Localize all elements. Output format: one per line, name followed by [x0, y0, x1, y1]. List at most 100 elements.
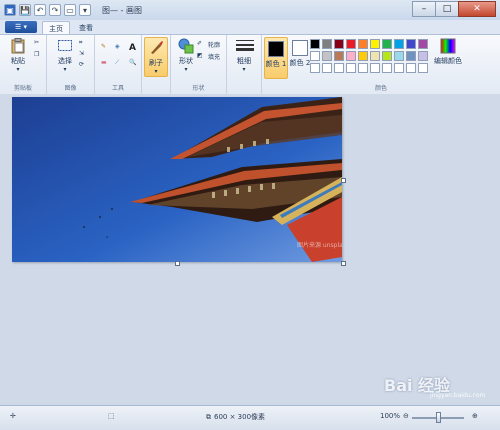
- brush-icon: [148, 40, 164, 56]
- tab-view[interactable]: 查看: [73, 21, 99, 34]
- paint-app-icon[interactable]: ▣: [4, 4, 16, 16]
- image-size-icon: ⧉: [206, 412, 211, 421]
- palette-swatch[interactable]: [418, 63, 428, 73]
- minimize-button[interactable]: –: [412, 1, 436, 17]
- image-label: 图像: [64, 85, 77, 92]
- palette-swatch[interactable]: [406, 51, 416, 61]
- redo-icon[interactable]: ↷: [49, 4, 61, 16]
- palette-swatch[interactable]: [322, 51, 332, 61]
- image-dimensions: ⧉ 600 × 300像素: [206, 412, 266, 422]
- palette-swatch[interactable]: [382, 63, 392, 73]
- color-palette: [310, 39, 429, 74]
- save-icon[interactable]: 💾: [19, 4, 31, 16]
- cut-button[interactable]: ✂: [34, 39, 43, 48]
- clipboard-group: 粘贴 ▾ ✂ ❐ 剪贴板: [0, 35, 47, 94]
- palette-swatch[interactable]: [358, 39, 368, 49]
- magnifier-icon[interactable]: 🔍: [129, 59, 138, 68]
- palette-swatch[interactable]: [334, 51, 344, 61]
- color1-button[interactable]: 颜色 1: [264, 37, 288, 79]
- palette-swatch[interactable]: [418, 51, 428, 61]
- outline-button[interactable]: ✐ 轮廓: [197, 40, 220, 49]
- canvas-resize-handle-bottom[interactable]: [175, 261, 180, 266]
- image-group: 选择 ▾ ⌗ ⇲ ⟳ 图像: [47, 35, 95, 94]
- text-tool-icon[interactable]: A: [129, 43, 138, 53]
- palette-swatch[interactable]: [382, 51, 392, 61]
- shapes-group: 形状 ▾ ✐ 轮廓 ◩ 填充 形状: [171, 35, 227, 94]
- close-button[interactable]: ✕: [458, 1, 496, 17]
- palette-swatch[interactable]: [418, 39, 428, 49]
- palette-swatch[interactable]: [334, 39, 344, 49]
- resize-button[interactable]: ⇲: [79, 50, 88, 59]
- tools-row-1: ✎ ◈ A: [101, 43, 138, 53]
- window-title: 图— - 画图: [102, 6, 142, 15]
- quick-access-toolbar: ▣ 💾 ↶ ↷ ▭ ▾: [4, 3, 91, 17]
- copy-icon: ❐: [34, 51, 40, 58]
- palette-swatch[interactable]: [394, 63, 404, 73]
- palette-swatch[interactable]: [406, 63, 416, 73]
- outline-icon: ✐: [197, 40, 203, 47]
- canvas-resize-handle-right[interactable]: [341, 178, 346, 183]
- colors-label: 颜色: [374, 85, 387, 92]
- palette-swatch[interactable]: [370, 51, 380, 61]
- paste-button[interactable]: 粘贴 ▾: [6, 38, 30, 73]
- cursor-position: ✛: [10, 412, 16, 420]
- select-button[interactable]: 选择 ▾: [53, 38, 77, 73]
- palette-swatch[interactable]: [310, 63, 320, 73]
- palette-swatch[interactable]: [394, 51, 404, 61]
- app-menu-button[interactable]: ☰ ▾: [5, 21, 37, 33]
- crop-button[interactable]: ⌗: [79, 39, 88, 48]
- palette-swatch[interactable]: [310, 39, 320, 49]
- fill-bucket-icon[interactable]: ◈: [115, 43, 124, 52]
- palette-swatch[interactable]: [406, 39, 416, 49]
- ribbon: 粘贴 ▾ ✂ ❐ 剪贴板 选择 ▾ ⌗ ⇲ ⟳ 图像 ✎ ◈ A ▬ ⟋ 🔍 工…: [0, 34, 500, 95]
- color2-button[interactable]: 颜色 2: [288, 37, 312, 79]
- shapes-button[interactable]: 形状 ▾: [174, 38, 198, 73]
- pagoda-roof-photo: 图片来源 unsplash.com: [12, 97, 342, 262]
- palette-swatch[interactable]: [394, 39, 404, 49]
- select-rectangle-icon: [57, 38, 73, 54]
- canvas-watermark: 图片来源 unsplash.com: [297, 241, 342, 249]
- status-bar: ✛ ⬚ ⧉ 600 × 300像素 100% ⊖ ⊕: [0, 405, 500, 430]
- rotate-button[interactable]: ⟳: [79, 61, 88, 70]
- drawing-canvas[interactable]: 图片来源 unsplash.com: [12, 97, 342, 262]
- palette-swatch[interactable]: [370, 63, 380, 73]
- new-icon[interactable]: ▭: [64, 4, 76, 16]
- size-button[interactable]: 粗细 ▾: [232, 38, 256, 73]
- maximize-button[interactable]: □: [435, 1, 459, 17]
- palette-swatch[interactable]: [310, 51, 320, 61]
- zoom-out-button[interactable]: ⊖: [403, 412, 409, 420]
- ribbon-tabs: ☰ ▾ 主页 查看: [0, 20, 500, 35]
- palette-swatch[interactable]: [346, 63, 356, 73]
- tools-row-2: ▬ ⟋ 🔍: [101, 59, 138, 68]
- palette-swatch[interactable]: [382, 39, 392, 49]
- shapes-icon: [178, 38, 194, 54]
- edit-colors-button[interactable]: 编辑颜色: [432, 38, 464, 66]
- copy-button[interactable]: ❐: [34, 51, 43, 60]
- color-picker-icon[interactable]: ⟋: [115, 59, 124, 68]
- pencil-icon[interactable]: ✎: [101, 43, 110, 52]
- customize-icon[interactable]: ▾: [79, 4, 91, 16]
- crosshair-icon: ✛: [10, 412, 16, 420]
- tools-group: ✎ ◈ A ▬ ⟋ 🔍 工具: [95, 35, 142, 94]
- eraser-icon[interactable]: ▬: [101, 59, 110, 68]
- palette-swatch[interactable]: [322, 63, 332, 73]
- palette-swatch[interactable]: [346, 39, 356, 49]
- selection-size: ⬚: [108, 412, 115, 420]
- palette-swatch[interactable]: [370, 39, 380, 49]
- brushes-button[interactable]: 刷子 ▾: [144, 37, 168, 77]
- fill-button[interactable]: ◩ 填充: [197, 52, 220, 61]
- color2-swatch: [292, 40, 308, 56]
- palette-swatch[interactable]: [358, 63, 368, 73]
- undo-icon[interactable]: ↶: [34, 4, 46, 16]
- palette-swatch[interactable]: [346, 51, 356, 61]
- palette-swatch[interactable]: [322, 39, 332, 49]
- zoom-in-button[interactable]: ⊕: [472, 412, 478, 420]
- palette-swatch[interactable]: [358, 51, 368, 61]
- resize-icon: ⇲: [79, 50, 85, 57]
- canvas-resize-handle-corner[interactable]: [341, 261, 346, 266]
- tab-home[interactable]: 主页: [42, 21, 70, 35]
- zoom-slider-thumb[interactable]: [436, 412, 441, 423]
- color-spectrum-icon: [440, 38, 456, 54]
- palette-swatch[interactable]: [334, 63, 344, 73]
- zoom-level: 100%: [380, 412, 401, 420]
